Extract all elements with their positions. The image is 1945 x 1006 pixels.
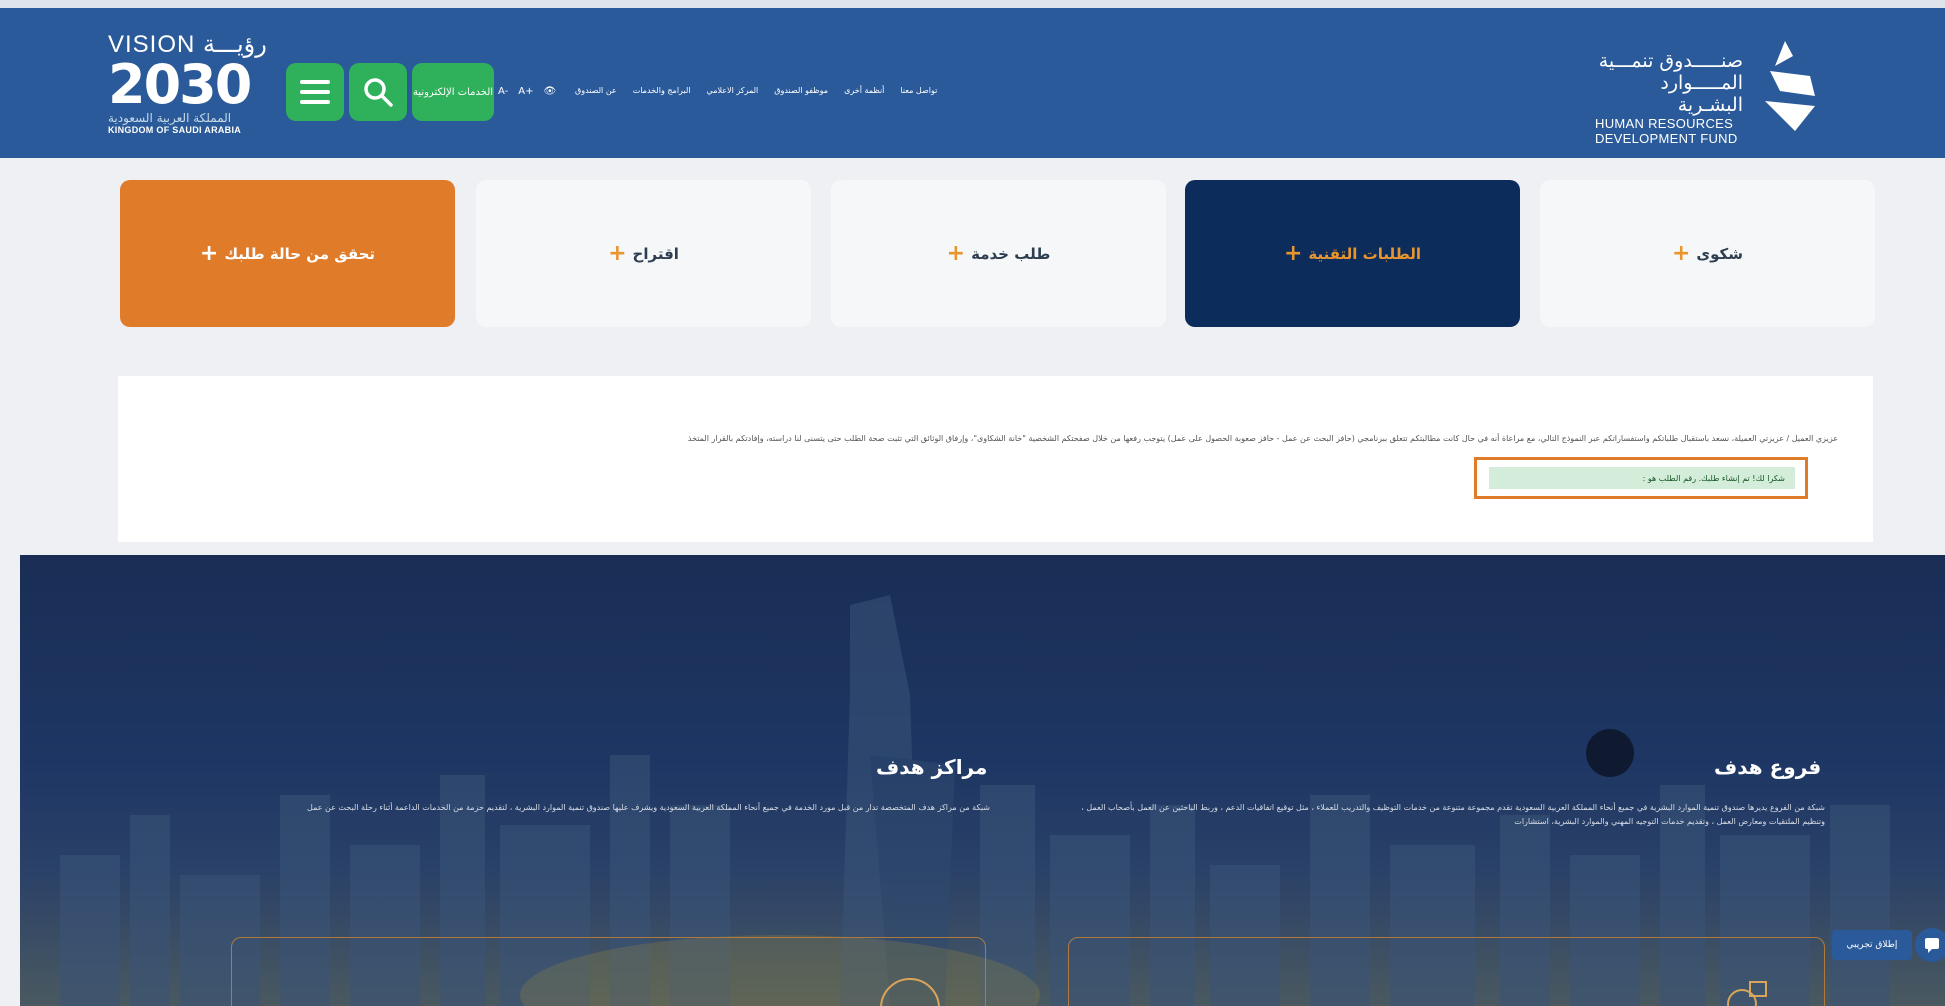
hrdf-name-en-1: HUMAN RESOURCES — [1595, 116, 1734, 131]
nav-item-programs[interactable]: البرامج والخدمات — [633, 86, 691, 95]
branches-card[interactable] — [1068, 937, 1825, 1006]
card-label: شكوى — [1696, 244, 1744, 263]
plus-icon: + — [1283, 241, 1303, 266]
hrdf-name-ar: صنـــــدوق تنمـــية — [1598, 50, 1743, 72]
vision-2030-logo[interactable]: VISION رؤيـــة 2030 المملكة العربية السع… — [108, 30, 288, 150]
card-label: تحقق من حالة طلبك — [224, 244, 376, 263]
menu-button[interactable] — [286, 63, 344, 121]
font-decrease-button[interactable]: A- — [498, 86, 508, 97]
font-increase-button[interactable]: A+ — [518, 86, 533, 97]
nav-item-other-systems[interactable]: أنظمة أخرى — [844, 86, 884, 95]
card-service-request[interactable]: + طلب خدمة — [831, 180, 1166, 327]
card-label: الطلبات التقنية — [1308, 244, 1422, 263]
main-nav: عن الصندوق البرامج والخدمات المركز الاعل… — [575, 86, 937, 95]
map-pin-icon — [1727, 981, 1767, 1006]
hrdf-text: صنـــــدوق تنمـــية المـــــوارد البشـري… — [1595, 50, 1743, 146]
centers-title: مراكز هدف — [876, 755, 988, 779]
vision-year: 2030 — [108, 53, 252, 116]
beta-launch-button[interactable]: إطلاق تجريبي — [1832, 930, 1912, 960]
branches-title: فروع هدف — [1714, 755, 1822, 779]
site-header: VISION رؤيـــة 2030 المملكة العربية السع… — [0, 0, 1945, 158]
branch-location-icon — [1718, 978, 1778, 1006]
notice-text: عزيزي العميل / عزيزتي العميلة، نسعد باست… — [687, 434, 1838, 443]
card-check-status[interactable]: + تحقق من حالة طلبك — [120, 180, 455, 327]
hrdf-mark-icon — [1765, 41, 1815, 131]
search-button[interactable] — [349, 63, 407, 121]
vision-country-en: KINGDOM OF SAUDI ARABIA — [108, 125, 242, 135]
hamburger-icon — [300, 80, 330, 104]
plus-icon: + — [608, 241, 627, 266]
eye-icon[interactable]: 👁 — [543, 86, 556, 97]
card-technical-requests[interactable]: + الطلبات التقنية — [1185, 180, 1520, 327]
card-suggestion[interactable]: + اقتراح — [476, 180, 811, 327]
search-icon — [364, 78, 393, 107]
centers-description: شبكة من مراكز هدف المتخصصة تدار من قبل م… — [307, 803, 990, 812]
nav-item-employees[interactable]: موظفو الصندوق — [774, 86, 828, 95]
chat-button[interactable] — [1915, 928, 1945, 962]
hrdf-name-ar-2: المـــــوارد البشـرية — [1660, 72, 1743, 116]
card-label: طلب خدمة — [971, 244, 1051, 263]
plus-icon: + — [199, 241, 219, 266]
card-complaint[interactable]: + شكوى — [1540, 180, 1875, 327]
chat-icon — [1925, 938, 1939, 953]
success-message-highlight: شكرا لك! تم إنشاء طلبك. رقم الطلب هو : — [1474, 457, 1808, 499]
hrdf-logo[interactable]: صنـــــدوق تنمـــية المـــــوارد البشـري… — [1595, 36, 1825, 146]
eservices-button[interactable]: الخدمات الإلكترونية — [412, 63, 494, 121]
nav-item-media[interactable]: المركز الاعلامي — [707, 86, 759, 95]
card-label: اقتراح — [632, 244, 679, 263]
centers-card[interactable] — [231, 937, 986, 1006]
branches-description: شبكة من الفروع يديرها صندوق تنمية الموار… — [1081, 803, 1825, 826]
nav-item-about[interactable]: عن الصندوق — [575, 86, 617, 95]
accessibility-controls: A- A+ 👁 — [498, 86, 556, 97]
hrdf-name-en-2: DEVELOPMENT FUND — [1595, 131, 1738, 146]
plus-icon: + — [946, 241, 966, 266]
nav-item-contact[interactable]: تواصل معنا — [900, 86, 937, 95]
plus-icon: + — [1671, 241, 1691, 266]
vision-country-ar: المملكة العربية السعودية — [108, 111, 232, 125]
success-message: شكرا لك! تم إنشاء طلبك. رقم الطلب هو : — [1489, 467, 1795, 489]
